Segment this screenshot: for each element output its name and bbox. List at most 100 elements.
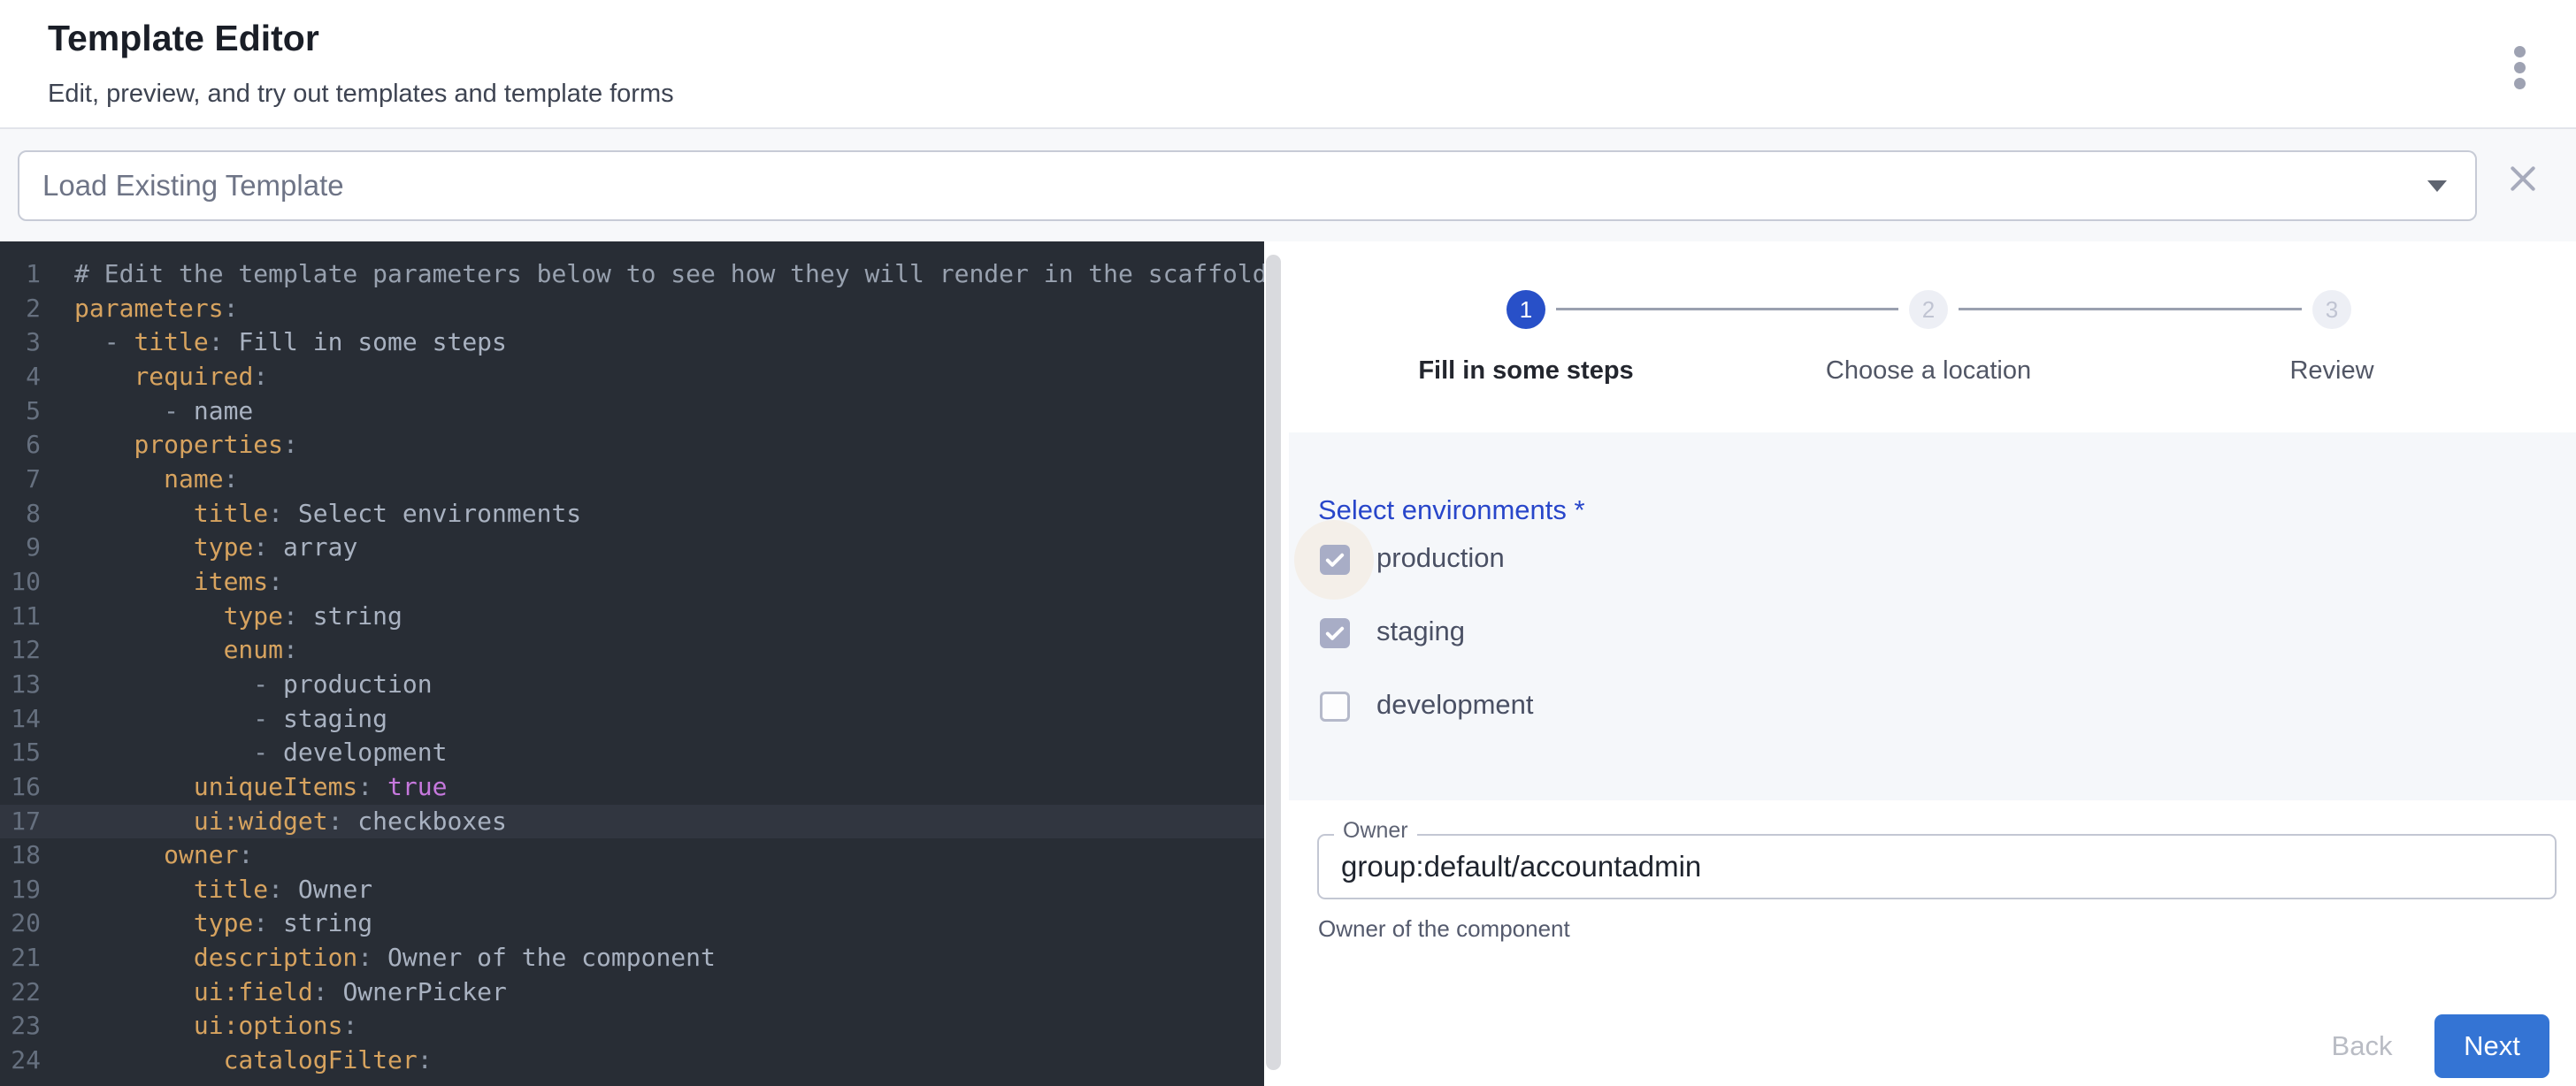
line-number: 12	[0, 633, 41, 668]
code-line: 19 title: Owner	[0, 873, 1264, 907]
checkbox-staging[interactable]	[1320, 618, 1350, 648]
environments-section: Select environments * production staging d…	[1289, 432, 2576, 800]
code-line: 23 ui:options:	[0, 1009, 1264, 1044]
code-text: title: Owner	[74, 875, 372, 904]
caret-down-icon	[2427, 180, 2447, 192]
code-line: 22 ui:field: OwnerPicker	[0, 975, 1264, 1010]
back-button[interactable]: Back	[2300, 1014, 2424, 1078]
line-number: 6	[0, 428, 41, 463]
code-line: 5 - name	[0, 394, 1264, 429]
code-text: title: Select environments	[74, 499, 581, 528]
checkbox-development[interactable]	[1320, 692, 1350, 722]
line-number: 18	[0, 838, 41, 873]
code-line: 11 type: string	[0, 600, 1264, 634]
line-number: 9	[0, 531, 41, 565]
code-line: 14 - staging	[0, 702, 1264, 737]
code-line: 16 uniqueItems: true	[0, 770, 1264, 805]
step-connector	[1959, 308, 2302, 310]
step-label-2: Choose a location	[1826, 356, 2031, 386]
next-button[interactable]: Next	[2434, 1014, 2549, 1078]
editor-scrollbar[interactable]	[1266, 255, 1281, 1070]
code-line: 8 title: Select environments	[0, 497, 1264, 532]
load-template-placeholder: Load Existing Template	[42, 152, 344, 219]
more-options-button[interactable]	[2498, 39, 2541, 96]
form-preview-panel: 1Fill in some steps2Choose a location3Re…	[1283, 241, 2576, 1086]
line-number: 8	[0, 497, 41, 532]
step-circle-3: 3	[2312, 290, 2351, 329]
close-icon	[2505, 161, 2541, 196]
step-circle-1: 1	[1506, 290, 1545, 329]
code-editor[interactable]: 1 # Edit the template parameters below to…	[0, 241, 1264, 1086]
line-number: 13	[0, 668, 41, 702]
code-text: - title: Fill in some steps	[74, 327, 507, 356]
code-line: 12 enum:	[0, 633, 1264, 668]
page-subtitle: Edit, preview, and try out templates and…	[48, 80, 674, 109]
code-text: - name	[74, 396, 253, 425]
line-number: 2	[0, 292, 41, 326]
code-line: 21 description: Owner of the component	[0, 941, 1264, 975]
check-icon	[1322, 621, 1347, 646]
page-title: Template Editor	[48, 18, 319, 59]
code-text: uniqueItems: true	[74, 772, 447, 801]
line-number: 19	[0, 873, 41, 907]
kebab-icon	[2514, 62, 2526, 73]
line-number: 22	[0, 975, 41, 1010]
code-line: 6 properties:	[0, 428, 1264, 463]
checkbox-row-staging: staging	[1289, 618, 2576, 648]
owner-field[interactable]: group:default/accountadmin	[1317, 834, 2557, 899]
close-button[interactable]	[2503, 159, 2542, 198]
group-label-text: Select environments	[1318, 494, 1567, 525]
checkbox-row-development: development	[1289, 692, 2576, 722]
code-text: - development	[74, 738, 447, 767]
code-line: 2 parameters:	[0, 292, 1264, 326]
owner-field-label: Owner	[1334, 818, 1417, 844]
code-line: 20 type: string	[0, 906, 1264, 941]
code-text: type: string	[74, 601, 402, 631]
code-text: required:	[74, 362, 268, 391]
step-connector	[1556, 308, 1898, 310]
code-text: items:	[74, 567, 283, 596]
code-text: enum:	[74, 635, 298, 664]
code-line: 10 items:	[0, 565, 1264, 600]
code-line: 7 name:	[0, 463, 1264, 497]
code-text: catalogFilter:	[74, 1045, 433, 1075]
code-text: # Edit the template parameters below to …	[74, 259, 1264, 288]
line-number: 20	[0, 906, 41, 941]
line-number: 1	[0, 257, 41, 292]
code-line: 1 # Edit the template parameters below to…	[0, 257, 1264, 292]
step-label-1: Fill in some steps	[1418, 356, 1633, 386]
line-number: 5	[0, 394, 41, 429]
step-circle-2: 2	[1909, 290, 1948, 329]
code-text: type: array	[74, 532, 357, 562]
checkbox-production[interactable]	[1320, 545, 1350, 575]
code-line: 24 catalogFilter:	[0, 1044, 1264, 1078]
code-text: ui:field: OwnerPicker	[74, 977, 507, 1006]
code-text: - staging	[74, 704, 387, 733]
line-number: 14	[0, 702, 41, 737]
load-template-bar: Load Existing Template	[0, 129, 2576, 241]
kebab-icon	[2514, 78, 2526, 89]
checkbox-row-production: production	[1289, 545, 2576, 575]
owner-input-value[interactable]: group:default/accountadmin	[1341, 836, 1701, 898]
checkbox-label-staging[interactable]: staging	[1376, 616, 1465, 647]
code-line: 17 ui:widget: checkboxes	[0, 805, 1264, 839]
check-icon	[1322, 547, 1347, 572]
checkbox-label-production[interactable]: production	[1376, 542, 1505, 574]
line-number: 3	[0, 325, 41, 360]
code-text: - production	[74, 669, 433, 699]
code-line: 3 - title: Fill in some steps	[0, 325, 1264, 360]
code-text: owner:	[74, 840, 253, 869]
line-number: 11	[0, 600, 41, 634]
code-text: parameters:	[74, 294, 238, 323]
required-asterisk: *	[1575, 494, 1585, 525]
line-number: 24	[0, 1044, 41, 1078]
code-text: type: string	[74, 908, 372, 937]
code-line: 15 - development	[0, 736, 1264, 770]
line-number: 15	[0, 736, 41, 770]
code-line: 4 required:	[0, 360, 1264, 394]
checkbox-label-development[interactable]: development	[1376, 689, 1534, 721]
code-text: properties:	[74, 430, 298, 459]
code-text: ui:options:	[74, 1011, 357, 1040]
load-template-select[interactable]: Load Existing Template	[18, 150, 2477, 221]
code-line: 13 - production	[0, 668, 1264, 702]
